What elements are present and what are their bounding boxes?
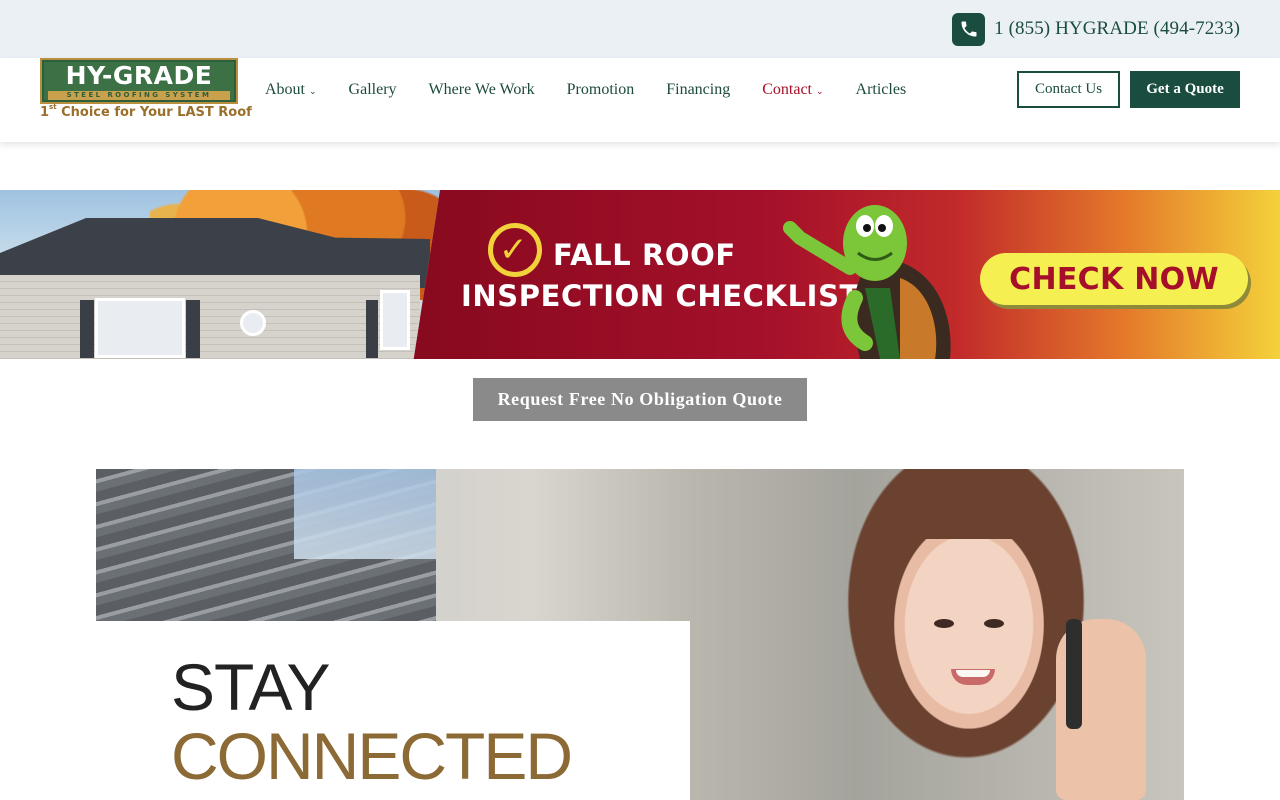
main-nav: About ⌄ Gallery Where We Work Promotion F… xyxy=(265,80,938,100)
stay-connected-card: STAY CONNECTED xyxy=(96,621,690,800)
chevron-down-icon: ⌄ xyxy=(815,85,824,96)
logo-tagline: 1st Choice for Your LAST Roof xyxy=(40,103,252,120)
nav-item-financing[interactable]: Financing xyxy=(666,81,730,99)
logo-title: HY-GRADE xyxy=(65,61,213,90)
nav-item-where-we-work[interactable]: Where We Work xyxy=(429,81,535,99)
nav-item-gallery[interactable]: Gallery xyxy=(349,81,397,99)
hero-heading-line1: STAY xyxy=(171,650,331,724)
get-a-quote-button[interactable]: Get a Quote xyxy=(1130,71,1240,108)
phone-link[interactable]: 1 (855) HYGRADE (494-7233) xyxy=(952,12,1240,46)
top-bar: 1 (855) HYGRADE (494-7233) xyxy=(0,0,1280,58)
nav-item-about[interactable]: About ⌄ xyxy=(265,81,317,99)
site-logo[interactable]: HY-GRADE STEEL ROOFING SYSTEM 1st Choice… xyxy=(40,58,252,122)
phone-icon xyxy=(952,12,986,46)
turtle-mascot-icon xyxy=(783,205,951,359)
logo-subtitle: STEEL ROOFING SYSTEM xyxy=(48,91,230,100)
logo-badge: HY-GRADE STEEL ROOFING SYSTEM xyxy=(40,58,238,104)
phone-device xyxy=(1066,619,1082,729)
phone-number[interactable]: 1 (855) HYGRADE (494-7233) xyxy=(994,18,1240,40)
site-header: HY-GRADE STEEL ROOFING SYSTEM 1st Choice… xyxy=(0,58,1280,142)
nav-item-promotion[interactable]: Promotion xyxy=(567,81,635,99)
nav-item-contact[interactable]: Contact ⌄ xyxy=(762,81,823,99)
chevron-down-icon: ⌄ xyxy=(309,85,317,96)
stay-connected-hero: STAY CONNECTED xyxy=(96,469,1184,800)
request-quote-button[interactable]: Request Free No Obligation Quote xyxy=(473,378,807,421)
check-now-button[interactable]: CHECK NOW xyxy=(980,253,1248,305)
contact-us-button[interactable]: Contact Us xyxy=(1017,71,1120,108)
hero-heading-line2: CONNECTED xyxy=(171,719,573,793)
house-photo xyxy=(0,190,440,359)
banner-heading-line1: FALL ROOF xyxy=(553,238,736,272)
checkmark-glyph: ✓ xyxy=(499,230,528,270)
nav-item-articles[interactable]: Articles xyxy=(856,81,907,99)
